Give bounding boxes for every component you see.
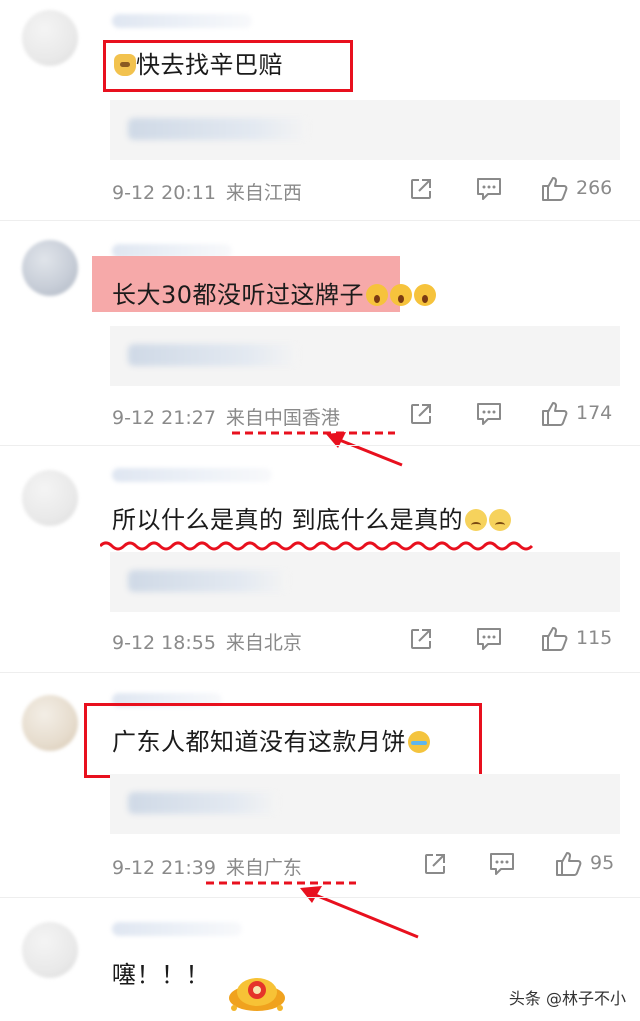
- gold-ingot-sticker-icon: [229, 978, 285, 1011]
- annotation-arrow-icon: [206, 881, 419, 939]
- watermark: 头条 @林子不小: [509, 985, 626, 1009]
- avatar[interactable]: [22, 922, 78, 978]
- user-name[interactable]: [112, 922, 242, 936]
- watermark-author: @林子不小: [545, 989, 626, 1008]
- watermark-source: 头条: [508, 989, 541, 1008]
- divider: [0, 897, 640, 898]
- comment-text: 噻！！！: [112, 961, 210, 989]
